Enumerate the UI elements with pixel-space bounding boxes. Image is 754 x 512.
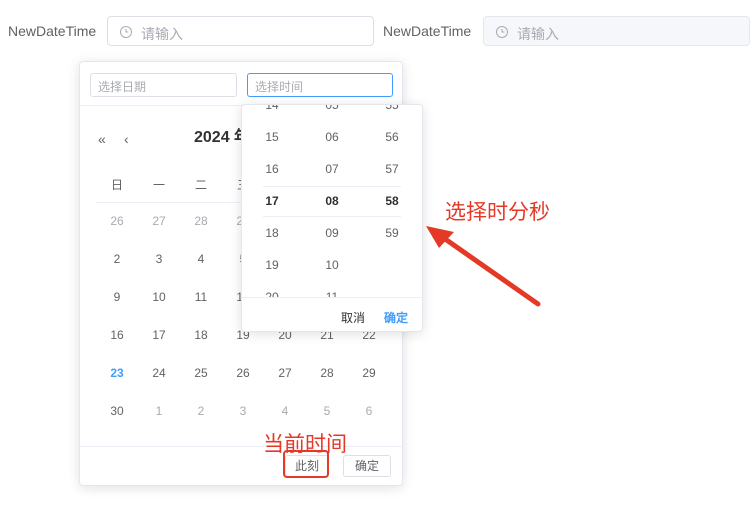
- hour-option[interactable]: 16: [242, 162, 302, 176]
- calendar-day[interactable]: 2: [96, 252, 138, 266]
- calendar-day[interactable]: 29: [348, 366, 390, 380]
- hour-option[interactable]: 19: [242, 258, 302, 272]
- calendar-day[interactable]: 30: [96, 404, 138, 418]
- hour-option[interactable]: 20: [242, 290, 302, 297]
- calendar-day[interactable]: 25: [180, 366, 222, 380]
- calendar-day[interactable]: 3: [222, 404, 264, 418]
- input-placeholder: 请输入: [141, 26, 183, 42]
- calendar-day[interactable]: 26: [96, 214, 138, 228]
- calendar-day[interactable]: 16: [96, 328, 138, 342]
- time-spinner-panel: 14 15 16 17 18 19 20 05 06 07 08 09 10 11 55 56 57 58 59…: [241, 104, 423, 332]
- hour-option[interactable]: 14: [242, 105, 302, 112]
- datetime-input-2[interactable]: 请输入: [483, 16, 750, 46]
- calendar-day[interactable]: 23: [96, 366, 138, 380]
- minute-option[interactable]: 10: [302, 258, 362, 272]
- calendar-day[interactable]: 3: [138, 252, 180, 266]
- minute-option[interactable]: 06: [302, 130, 362, 144]
- prev-month-icon[interactable]: ‹: [124, 131, 129, 147]
- datetime-input-1[interactable]: 请输入: [107, 16, 374, 46]
- second-option[interactable]: 56: [362, 130, 422, 144]
- second-column[interactable]: 55 56 57 58 59: [362, 105, 422, 297]
- confirm-button[interactable]: 确定: [343, 455, 391, 477]
- calendar-day[interactable]: 4: [180, 252, 222, 266]
- second-option[interactable]: 58: [362, 194, 422, 208]
- selection-line-bottom: [263, 216, 401, 217]
- time-input[interactable]: 选择时间: [247, 73, 393, 97]
- calendar-day[interactable]: 4: [264, 404, 306, 418]
- calendar-day[interactable]: 9: [96, 290, 138, 304]
- calendar-day[interactable]: 26: [222, 366, 264, 380]
- annotation-highlight-box: [283, 450, 329, 478]
- calendar-day[interactable]: 24: [138, 366, 180, 380]
- calendar-day[interactable]: 28: [306, 366, 348, 380]
- hour-option[interactable]: 17: [242, 194, 302, 208]
- hour-option[interactable]: 18: [242, 226, 302, 240]
- annotation-arrow-icon: [426, 226, 541, 307]
- minute-option[interactable]: 05: [302, 105, 362, 112]
- clock-icon: [496, 26, 508, 38]
- time-confirm-button[interactable]: 确定: [384, 309, 408, 326]
- calendar-day[interactable]: 2: [180, 404, 222, 418]
- calendar-day[interactable]: 1: [138, 404, 180, 418]
- minute-option[interactable]: 07: [302, 162, 362, 176]
- weekday-header: 日: [110, 178, 123, 192]
- calendar-day[interactable]: 11: [180, 290, 222, 304]
- date-input[interactable]: 选择日期: [90, 73, 237, 97]
- field-label-1: NewDateTime: [8, 23, 97, 39]
- minute-option[interactable]: 09: [302, 226, 362, 240]
- prev-year-icon[interactable]: «: [98, 131, 106, 147]
- calendar-day[interactable]: 18: [180, 328, 222, 342]
- clock-icon: [120, 26, 132, 38]
- input-placeholder: 请输入: [517, 26, 559, 42]
- time-cancel-button[interactable]: 取消: [341, 309, 365, 326]
- weekday-header: 二: [194, 178, 207, 192]
- second-option[interactable]: 55: [362, 105, 422, 112]
- minute-column[interactable]: 05 06 07 08 09 10 11: [302, 105, 362, 297]
- calendar-day[interactable]: 17: [138, 328, 180, 342]
- calendar-day[interactable]: 6: [348, 404, 390, 418]
- second-option[interactable]: 57: [362, 162, 422, 176]
- field-label-2: NewDateTime: [383, 23, 472, 39]
- hour-column[interactable]: 14 15 16 17 18 19 20: [242, 105, 302, 297]
- second-option[interactable]: 59: [362, 226, 422, 240]
- minute-option[interactable]: 08: [302, 194, 362, 208]
- selection-line-top: [263, 186, 401, 187]
- calendar-day[interactable]: 28: [180, 214, 222, 228]
- calendar-day[interactable]: 27: [138, 214, 180, 228]
- minute-option[interactable]: 11: [302, 290, 362, 297]
- calendar-day[interactable]: 10: [138, 290, 180, 304]
- time-footer-divider: [242, 297, 422, 298]
- weekday-header: 一: [152, 178, 165, 192]
- hour-option[interactable]: 15: [242, 130, 302, 144]
- footer-divider: [80, 446, 402, 447]
- calendar-day[interactable]: 5: [306, 404, 348, 418]
- calendar-day[interactable]: 27: [264, 366, 306, 380]
